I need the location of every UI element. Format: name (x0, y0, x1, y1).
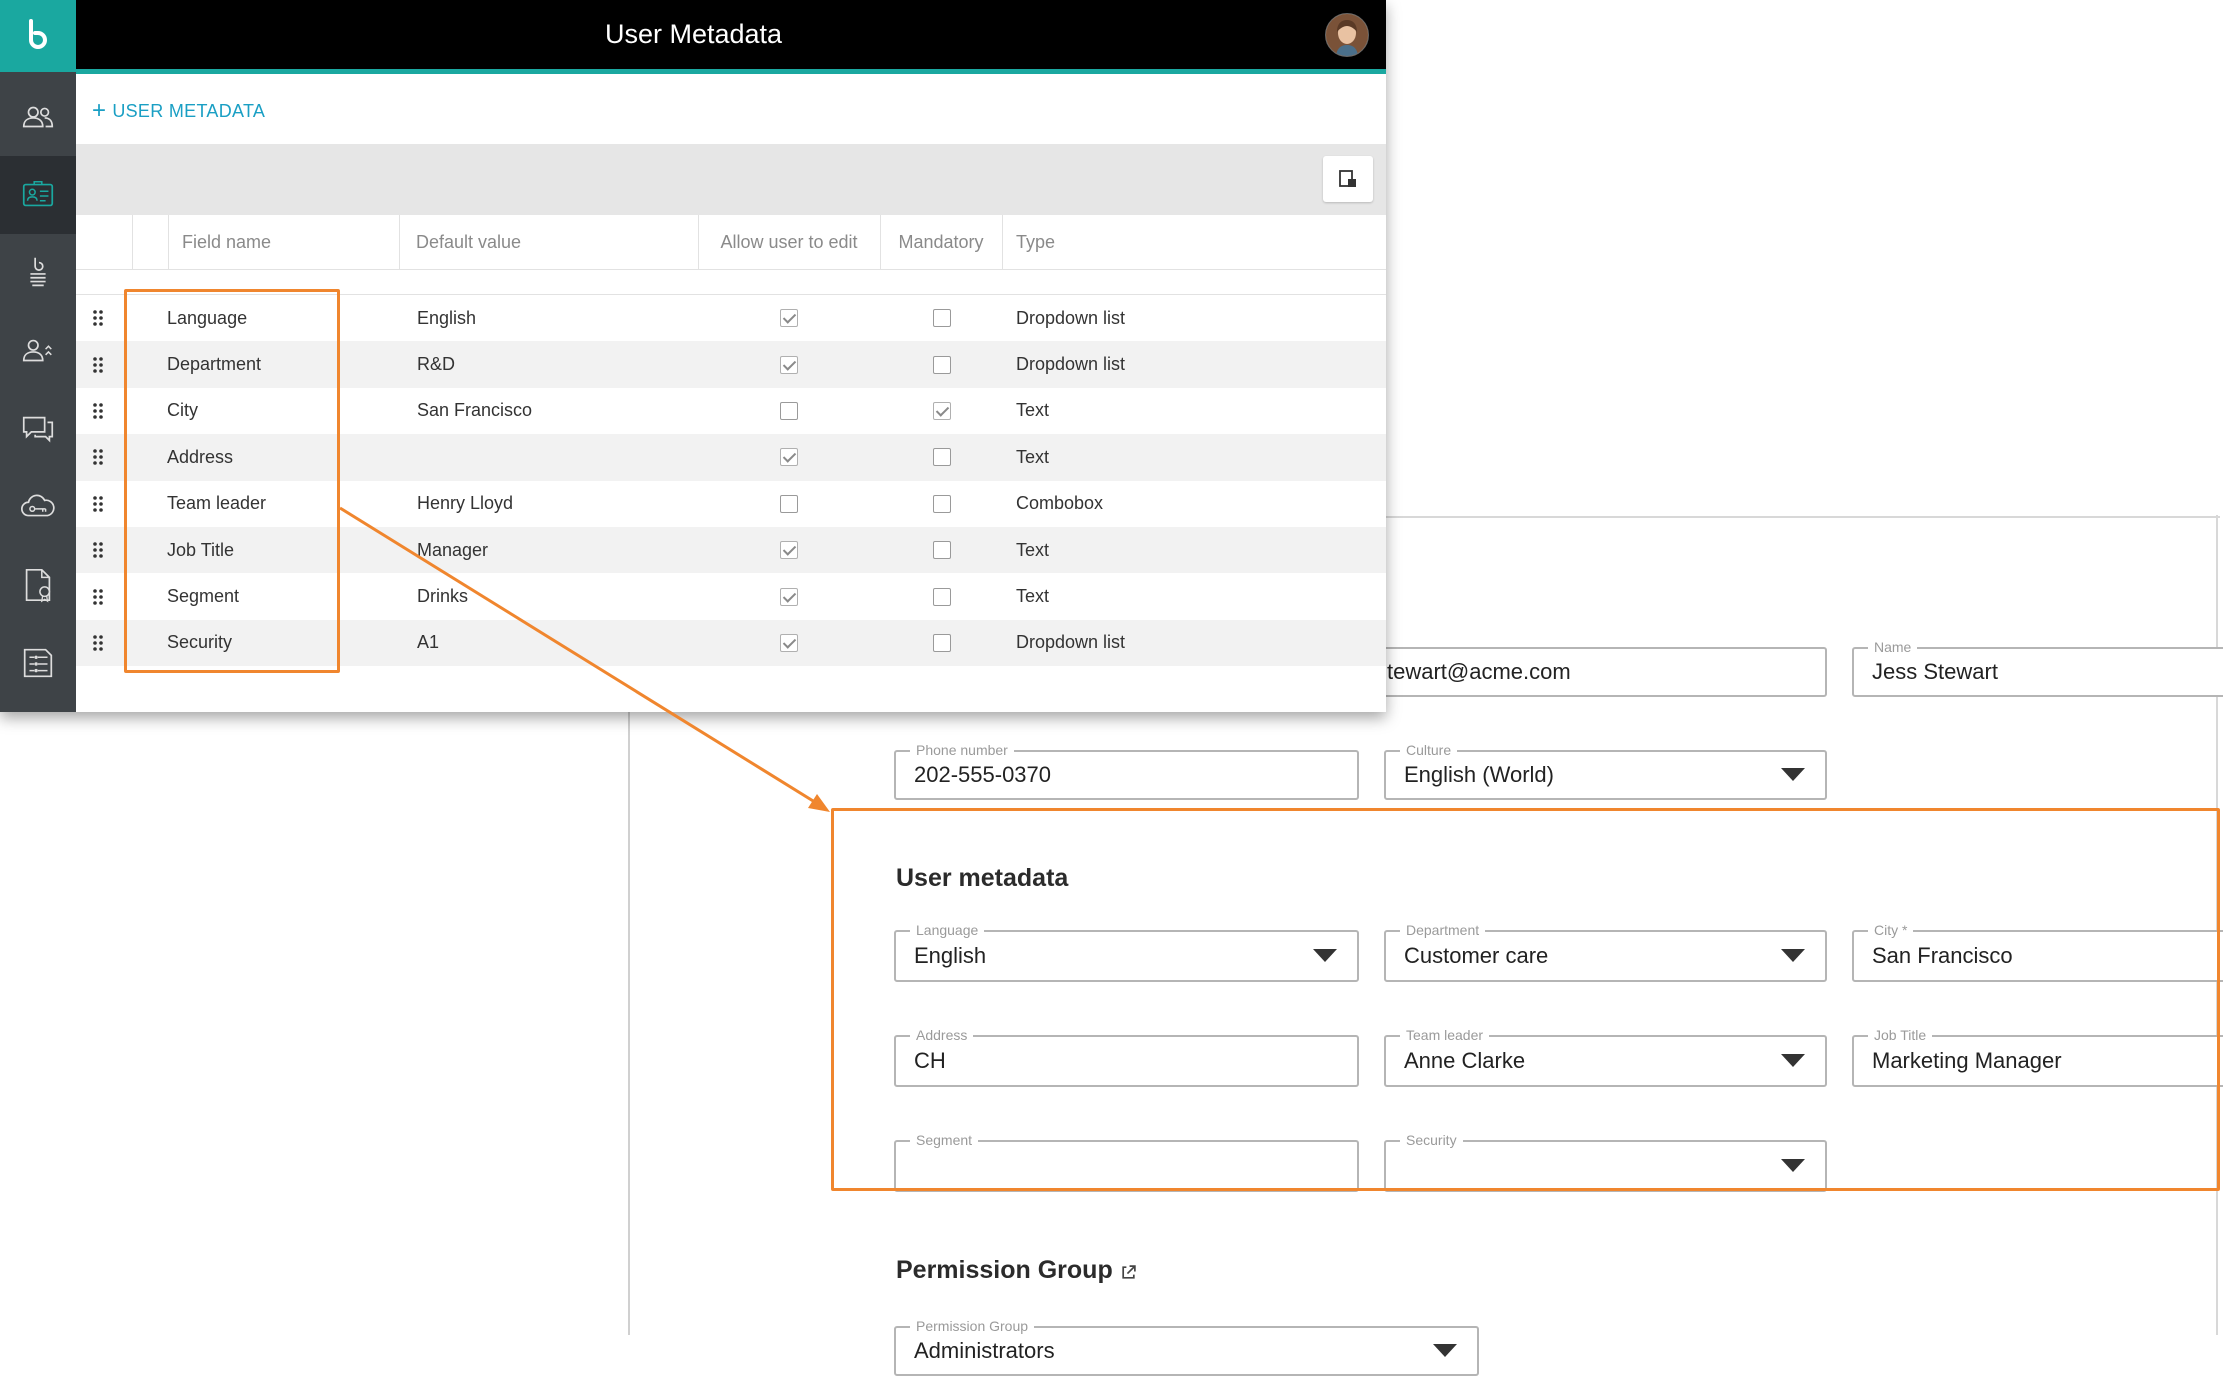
culture-select[interactable]: Culture English (World) (1384, 740, 1827, 800)
type-cell: Dropdown list (1016, 307, 1126, 328)
allow-edit-checkbox[interactable] (780, 309, 798, 328)
user-groups-icon (22, 339, 52, 362)
column-header-default-value[interactable]: Default value (416, 215, 521, 269)
email-field[interactable]: tewart@acme.com (1375, 647, 1827, 697)
sidebar-item-users[interactable] (0, 78, 76, 156)
metadata-highlight-box (831, 808, 2220, 1191)
type-cell: Text (1016, 446, 1050, 467)
drag-handle-icon[interactable] (92, 341, 106, 387)
column-header-mandatory[interactable]: Mandatory (880, 215, 1002, 269)
mandatory-checkbox[interactable] (933, 309, 951, 328)
cloud-key-icon (21, 494, 55, 517)
app-logo[interactable] (0, 0, 76, 72)
settings-list-icon (23, 648, 53, 678)
mandatory-checkbox[interactable] (933, 401, 951, 420)
permission-group-title: Permission Group (896, 1256, 1113, 1284)
default-value-cell: Drinks (417, 586, 469, 607)
table-toolbar (76, 144, 1386, 215)
drag-handle-icon[interactable] (92, 434, 106, 480)
avatar-image (1326, 14, 1368, 56)
avatar[interactable] (1325, 13, 1369, 57)
type-cell: Text (1016, 400, 1050, 421)
allow-edit-checkbox[interactable] (780, 633, 798, 652)
mandatory-checkbox[interactable] (933, 355, 951, 374)
divider (628, 700, 630, 1335)
chevron-down-icon (1433, 1344, 1457, 1357)
default-value-cell: R&D (417, 354, 456, 375)
title-bar-accent (76, 69, 1386, 74)
mandatory-checkbox[interactable] (933, 541, 951, 560)
mandatory-checkbox[interactable] (933, 494, 951, 513)
permission-group-select[interactable]: Permission Group Administrators (894, 1316, 1479, 1376)
drag-handle-icon[interactable] (92, 295, 106, 341)
sidebar (0, 0, 76, 712)
culture-value: English (World) (1404, 762, 1554, 787)
add-user-metadata-button[interactable]: + USER METADATA (92, 96, 265, 126)
default-value-cell: English (417, 307, 477, 328)
mandatory-checkbox[interactable] (933, 587, 951, 606)
divider (1380, 516, 2220, 518)
sidebar-item-certificates[interactable] (0, 546, 76, 624)
default-value-cell: Henry Lloyd (417, 493, 514, 514)
type-cell: Text (1016, 586, 1050, 607)
logo-icon (29, 19, 47, 49)
certificate-icon (25, 568, 51, 603)
drag-handle-icon[interactable] (92, 388, 106, 434)
allow-edit-checkbox[interactable] (780, 401, 798, 420)
column-separator (168, 215, 169, 269)
name-field[interactable]: Name Jess Stewart (1852, 637, 2223, 697)
users-icon (22, 106, 54, 128)
sidebar-item-settings[interactable] (0, 624, 76, 702)
export-button[interactable] (1323, 156, 1373, 202)
email-value: tewart@acme.com (1387, 659, 1571, 684)
drag-handle-icon[interactable] (92, 620, 106, 666)
add-user-metadata-label: USER METADATA (112, 100, 266, 121)
default-value-cell: San Francisco (417, 400, 533, 421)
column-separator (1002, 215, 1003, 269)
default-value-cell: Manager (417, 539, 489, 560)
allow-edit-checkbox[interactable] (780, 541, 798, 560)
mandatory-checkbox[interactable] (933, 633, 951, 652)
type-cell: Combobox (1016, 493, 1104, 514)
field-names-highlight-box (124, 289, 340, 673)
allow-edit-checkbox[interactable] (780, 587, 798, 606)
allow-edit-checkbox[interactable] (780, 355, 798, 374)
type-cell: Dropdown list (1016, 632, 1126, 653)
sidebar-item-user-groups[interactable] (0, 312, 76, 390)
sidebar-item-user-metadata[interactable] (0, 156, 76, 234)
sidebar-item-chat[interactable] (0, 390, 76, 468)
sidebar-item-deploy[interactable] (0, 234, 76, 312)
phone-field[interactable]: Phone number 202-555-0370 (894, 740, 1359, 800)
column-header-type[interactable]: Type (1016, 215, 1055, 269)
column-separator (132, 215, 133, 269)
column-separator (399, 215, 400, 269)
column-header-allow-edit[interactable]: Allow user to edit (698, 215, 880, 269)
export-icon (1339, 170, 1356, 187)
table-header: Field name Default value Allow user to e… (76, 215, 1386, 270)
user-metadata-icon (22, 180, 54, 207)
phone-value: 202-555-0370 (914, 762, 1052, 787)
sidebar-item-cloud-keys[interactable] (0, 468, 76, 546)
type-cell: Text (1016, 539, 1050, 560)
plus-icon: + (92, 97, 107, 124)
drag-handle-icon[interactable] (92, 527, 106, 573)
type-cell: Dropdown list (1016, 354, 1126, 375)
chevron-down-icon (1781, 768, 1805, 781)
chat-icon (22, 416, 54, 443)
allow-edit-checkbox[interactable] (780, 494, 798, 513)
default-value-cell: A1 (417, 632, 440, 653)
column-header-field-name[interactable]: Field name (182, 215, 271, 269)
allow-edit-checkbox[interactable] (780, 448, 798, 467)
mandatory-checkbox[interactable] (933, 448, 951, 467)
name-value: Jess Stewart (1872, 659, 1998, 684)
drag-handle-icon[interactable] (92, 481, 106, 527)
deploy-icon (30, 257, 46, 287)
window-title: User Metadata (604, 19, 783, 49)
drag-handle-icon[interactable] (92, 573, 106, 619)
external-link-icon[interactable] (1120, 1264, 1137, 1281)
